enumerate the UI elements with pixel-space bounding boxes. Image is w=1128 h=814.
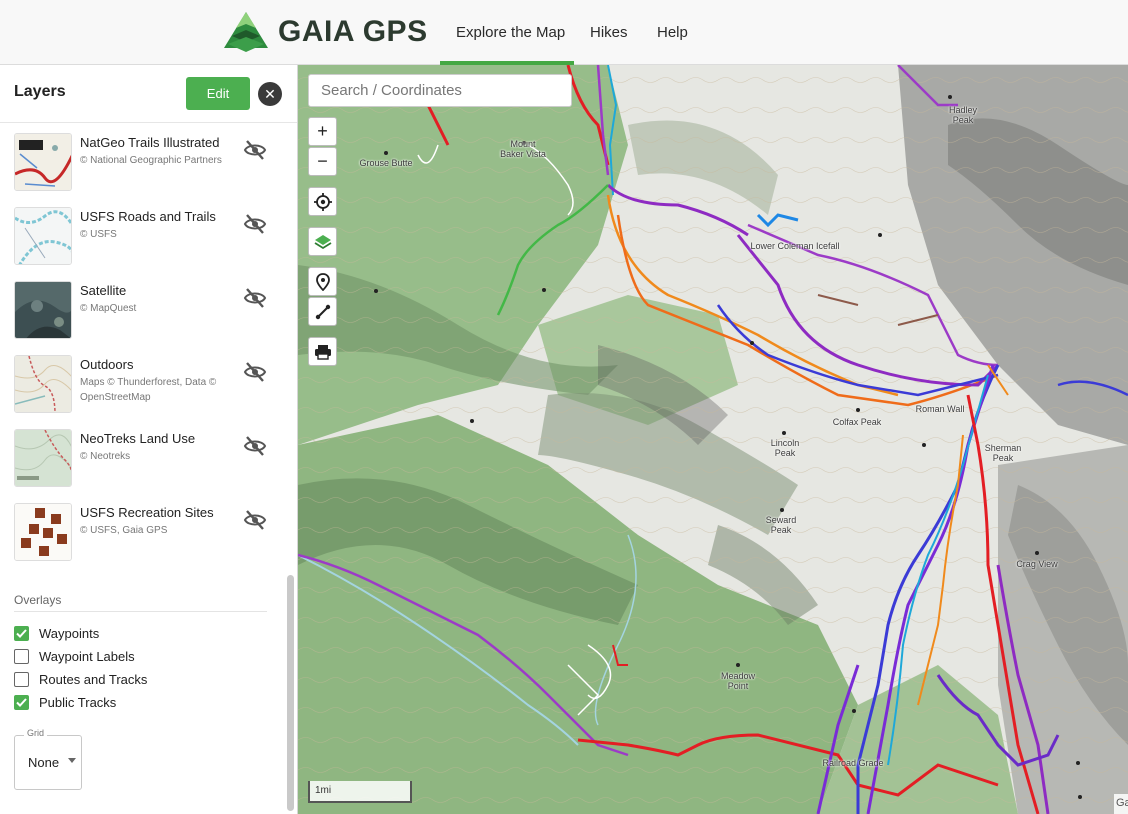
map-canvas[interactable]: Grouse Butte Mount Baker Vista Hadley Pe… xyxy=(298,65,1128,814)
map-label-hadley-peak: Hadley Peak xyxy=(948,105,977,125)
close-icon[interactable]: ✕ xyxy=(258,82,282,106)
checkbox-checked-icon[interactable] xyxy=(14,694,29,710)
edit-button[interactable]: Edit xyxy=(186,77,250,110)
layer-item-satellite[interactable]: Satellite © MapQuest xyxy=(14,281,284,341)
map-attribution[interactable]: Ga xyxy=(1114,794,1128,814)
layer-item-natgeo[interactable]: NatGeo Trails Illustrated © National Geo… xyxy=(14,133,284,193)
outdoors-thumbnail xyxy=(14,355,72,413)
map-label-lincoln-peak: Lincoln Peak xyxy=(770,438,800,458)
grid-select-label: Grid xyxy=(24,728,48,738)
overlay-public-tracks[interactable]: Public Tracks xyxy=(14,693,116,711)
visibility-off-icon[interactable] xyxy=(243,138,267,162)
overlays-divider xyxy=(14,611,267,612)
usfs-roads-thumbnail xyxy=(14,207,72,265)
checkbox-checked-icon[interactable] xyxy=(14,625,29,641)
visibility-off-icon[interactable] xyxy=(243,508,267,532)
map-pin-icon xyxy=(315,272,330,291)
sidebar-title: Layers xyxy=(14,83,66,100)
map-label-coleman-icefall: Lower Coleman Icefall xyxy=(750,241,840,251)
checkbox-unchecked-icon[interactable] xyxy=(14,648,29,664)
layer-credit: © USFS xyxy=(80,229,117,240)
nav-help[interactable]: Help xyxy=(657,0,688,64)
overlay-label: Waypoint Labels xyxy=(39,648,135,664)
layers-icon xyxy=(314,234,331,249)
overlay-label: Routes and Tracks xyxy=(39,671,148,687)
layer-credit: © National Geographic Partners xyxy=(80,155,222,166)
layers-button[interactable] xyxy=(308,227,337,256)
layer-credit: © USFS, Gaia GPS xyxy=(80,525,168,536)
natgeo-thumbnail xyxy=(14,133,72,191)
overlays-heading: Overlays xyxy=(14,593,62,607)
overlay-waypoint-labels[interactable]: Waypoint Labels xyxy=(14,647,135,665)
map-label-meadow-point: Meadow Point xyxy=(720,671,756,691)
gaia-mountain-icon xyxy=(224,12,268,52)
layer-item-usfs-roads[interactable]: USFS Roads and Trails © USFS xyxy=(14,207,284,267)
visibility-off-icon[interactable] xyxy=(243,434,267,458)
sidebar-scrollbar[interactable] xyxy=(287,575,294,811)
layer-name: NatGeo Trails Illustrated xyxy=(80,135,220,150)
printer-icon xyxy=(314,344,331,360)
grid-select-value: None xyxy=(28,755,60,770)
overlay-waypoints[interactable]: Waypoints xyxy=(14,624,99,642)
sidebar-header: Layers Edit ✕ xyxy=(0,65,297,123)
map-terrain xyxy=(298,65,1128,814)
overlay-label: Public Tracks xyxy=(39,694,117,710)
neotreks-thumbnail xyxy=(14,429,72,487)
zoom-out-button[interactable]: − xyxy=(308,147,337,176)
visibility-off-icon[interactable] xyxy=(243,360,267,384)
layers-sidebar: Layers Edit ✕ NatGeo Trails Illustrated … xyxy=(0,65,298,814)
overlay-label: Waypoints xyxy=(39,625,100,641)
layer-name: NeoTreks Land Use xyxy=(80,431,196,446)
checkbox-unchecked-icon[interactable] xyxy=(14,671,29,687)
overlay-routes-tracks[interactable]: Routes and Tracks xyxy=(14,670,147,688)
nav-hikes[interactable]: Hikes xyxy=(590,0,628,64)
layer-item-usfs-recreation[interactable]: USFS Recreation Sites © USFS, Gaia GPS xyxy=(14,503,284,563)
map-label-colfax-peak: Colfax Peak xyxy=(832,417,882,427)
crosshair-icon xyxy=(313,192,332,211)
top-header: GAIA GPS Explore the Map Hikes Help xyxy=(0,0,1128,65)
satellite-thumbnail xyxy=(14,281,72,339)
layer-name: Outdoors xyxy=(80,357,134,372)
map-label-mount-baker-vista: Mount Baker Vista xyxy=(500,139,546,159)
route-line-icon xyxy=(315,304,330,319)
zoom-in-button[interactable]: + xyxy=(308,117,337,146)
caret-down-icon xyxy=(68,758,76,763)
layer-credit: © Neotreks xyxy=(80,451,131,462)
map-scale: 1mi xyxy=(308,781,412,803)
visibility-off-icon[interactable] xyxy=(243,286,267,310)
map-label-roman-wall: Roman Wall xyxy=(915,404,965,414)
layer-item-outdoors[interactable]: Outdoors Maps © Thunderforest, Data © Op… xyxy=(14,355,284,415)
visibility-off-icon[interactable] xyxy=(243,212,267,236)
map-label-sherman-peak: Sherman Peak xyxy=(984,443,1022,463)
layer-credit: Maps © Thunderforest, Data © OpenStreetM… xyxy=(80,377,217,403)
layer-name: USFS Recreation Sites xyxy=(80,505,214,520)
layer-item-neotreks[interactable]: NeoTreks Land Use © Neotreks xyxy=(14,429,284,489)
logo-text: GAIA GPS xyxy=(278,15,428,48)
draw-route-button[interactable] xyxy=(308,297,337,326)
gaia-logo[interactable]: GAIA GPS xyxy=(222,10,428,54)
add-waypoint-button[interactable] xyxy=(308,267,337,296)
map-label-grouse-butte: Grouse Butte xyxy=(359,158,413,168)
layer-name: Satellite xyxy=(80,283,127,298)
layer-credit: © MapQuest xyxy=(80,303,137,314)
map-label-railroad-grade: Railroad Grade xyxy=(822,758,884,768)
nav-explore-the-map[interactable]: Explore the Map xyxy=(456,0,565,64)
search-input[interactable]: Search / Coordinates xyxy=(308,74,572,107)
map-label-crag-view: Crag View xyxy=(1016,559,1058,569)
map-label-seward-peak: Seward Peak xyxy=(765,515,797,535)
locate-button[interactable] xyxy=(308,187,337,216)
layer-name: USFS Roads and Trails xyxy=(80,209,216,224)
print-button[interactable] xyxy=(308,337,337,366)
usfs-recreation-thumbnail xyxy=(14,503,72,561)
